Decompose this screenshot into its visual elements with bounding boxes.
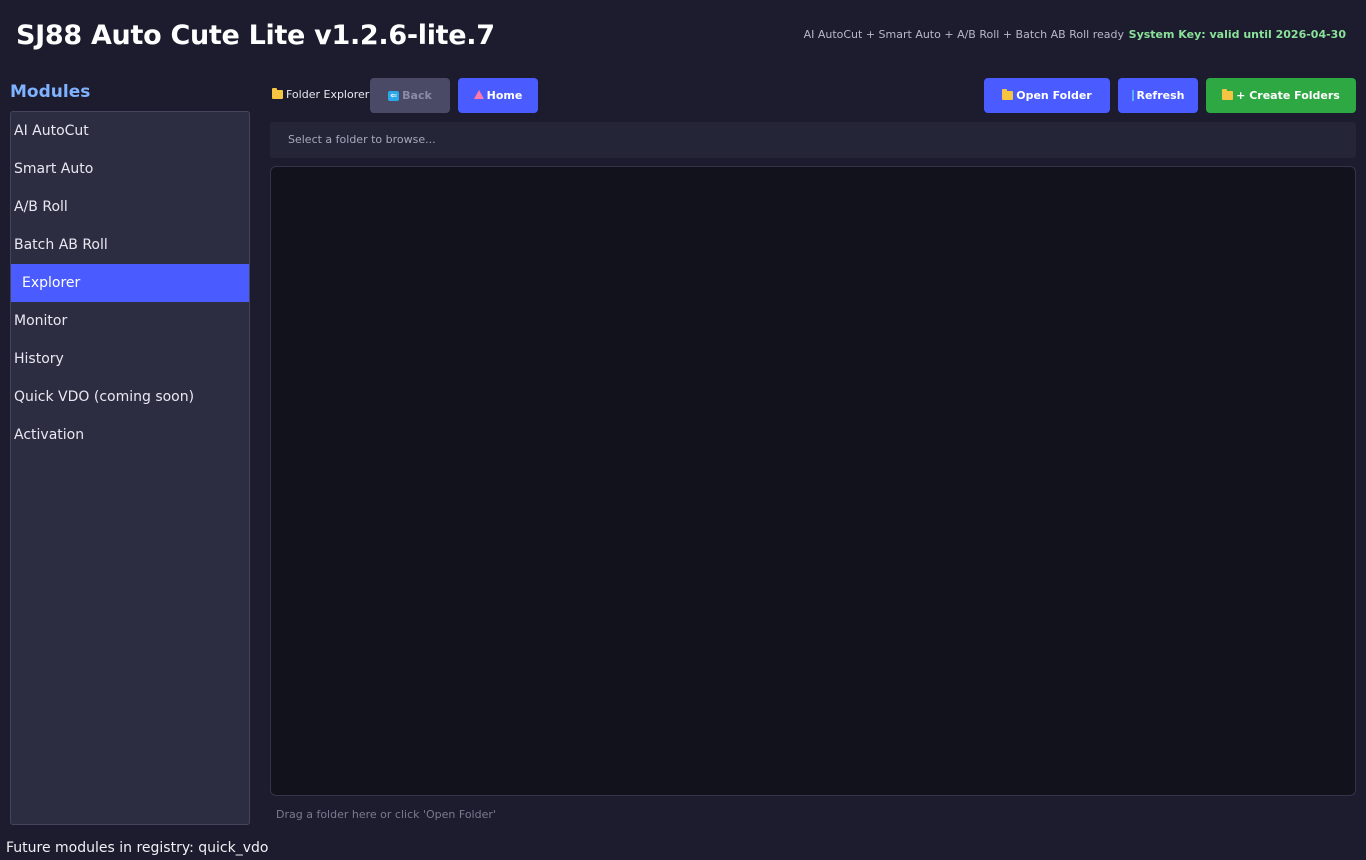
sidebar-item-history[interactable]: History [11, 340, 249, 378]
home-icon [473, 90, 484, 99]
back-button-label: Back [402, 89, 432, 102]
sidebar-item-quick-vdo[interactable]: Quick VDO (coming soon) [11, 378, 249, 416]
create-folders-button[interactable]: + Create Folders [1206, 78, 1356, 113]
sidebar-item-smart-auto[interactable]: Smart Auto [11, 150, 249, 188]
sidebar-item-batch-ab-roll[interactable]: Batch AB Roll [11, 226, 249, 264]
sidebar: AI AutoCut Smart Auto A/B Roll Batch AB … [10, 111, 250, 825]
drop-hint: Drag a folder here or click 'Open Folder… [276, 808, 496, 821]
refresh-icon [1131, 90, 1134, 101]
sidebar-item-explorer[interactable]: Explorer [11, 264, 249, 302]
refresh-button-label: Refresh [1136, 89, 1185, 102]
registry-footer: Future modules in registry: quick_vdo [6, 840, 269, 856]
path-bar: Select a folder to browse... [270, 122, 1356, 158]
modules-heading: Modules [10, 82, 91, 102]
system-key-status: System Key: valid until 2026-04-30 [1128, 28, 1346, 41]
sidebar-item-monitor[interactable]: Monitor [11, 302, 249, 340]
refresh-button[interactable]: Refresh [1118, 78, 1198, 113]
ready-status: AI AutoCut + Smart Auto + A/B Roll + Bat… [803, 28, 1124, 41]
back-arrow-icon: ⇐ [388, 90, 400, 101]
sidebar-item-activation[interactable]: Activation [11, 416, 249, 454]
create-folders-button-label: + Create Folders [1236, 89, 1340, 102]
sidebar-item-ab-roll[interactable]: A/B Roll [11, 188, 249, 226]
sidebar-item-ai-autocut[interactable]: AI AutoCut [11, 112, 249, 150]
file-list-area[interactable] [270, 166, 1356, 796]
app-title: SJ88 Auto Cute Lite v1.2.6-lite.7 [16, 20, 495, 51]
folder-explorer-text: Folder Explorer [286, 88, 370, 101]
open-folder-button[interactable]: Open Folder [984, 78, 1110, 113]
path-text: Select a folder to browse... [288, 133, 436, 146]
open-folder-button-label: Open Folder [1016, 89, 1092, 102]
folder-explorer-label: Folder Explorer [272, 88, 369, 101]
folder-icon [272, 88, 283, 99]
open-folder-icon [1002, 89, 1014, 100]
app-header: SJ88 Auto Cute Lite v1.2.6-lite.7 AI Aut… [0, 0, 1366, 72]
back-button[interactable]: ⇐ Back [370, 78, 450, 113]
home-button-label: Home [486, 89, 523, 102]
create-folder-icon [1222, 89, 1234, 100]
home-button[interactable]: Home [458, 78, 538, 113]
